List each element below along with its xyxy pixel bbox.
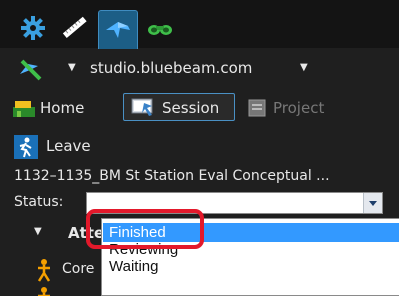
attendee-icon	[37, 259, 51, 282]
project-label: Project	[273, 99, 325, 117]
studio-icon	[106, 22, 130, 38]
session-label: Session	[162, 99, 220, 117]
dropdown-arrow-icon	[369, 201, 377, 206]
measure-icon	[62, 16, 87, 39]
disconnected-studio-icon	[20, 59, 42, 81]
attendee-icon	[38, 287, 50, 296]
leave-button[interactable]: Leave	[0, 133, 399, 161]
session-title: 1132–1135_BM St Station Eval Conceptual …	[0, 165, 399, 189]
panel-tab-strip	[0, 0, 399, 49]
attendee-name: Core	[62, 261, 95, 277]
studio-panel: ▼ studio.bluebeam.com ▼ Home Session Pro…	[0, 0, 399, 296]
collapse-chevron-icon: ▼	[34, 226, 42, 237]
leave-icon	[14, 135, 38, 159]
chevron-down-icon: ▼	[68, 62, 76, 73]
binoculars-icon	[148, 25, 172, 35]
project-icon	[248, 99, 266, 117]
project-button[interactable]: Project	[243, 95, 353, 121]
tab-binoculars[interactable]	[141, 11, 179, 45]
nav-bar: Home Session Project	[0, 93, 399, 123]
tab-studio[interactable]	[98, 10, 138, 49]
status-dropdown-button[interactable]	[363, 193, 382, 213]
gear-icon	[21, 16, 45, 40]
session-button[interactable]: Session	[123, 93, 235, 121]
leave-label: Leave	[46, 137, 91, 155]
home-label: Home	[40, 99, 85, 117]
status-label: Status:	[14, 194, 64, 210]
session-icon	[131, 98, 153, 116]
server-selector[interactable]: ▼ studio.bluebeam.com ▼	[0, 56, 399, 84]
status-option-waiting[interactable]: Waiting	[103, 257, 399, 276]
server-label: studio.bluebeam.com	[90, 59, 253, 77]
tab-settings[interactable]	[14, 11, 52, 45]
tab-measure[interactable]	[55, 11, 93, 45]
chevron-down-icon: ▼	[300, 62, 308, 73]
home-button[interactable]: Home	[6, 95, 118, 121]
highlight-callout	[86, 209, 204, 249]
session-title-text: 1132–1135_BM St Station Eval Conceptual …	[14, 168, 330, 184]
home-icon	[13, 101, 35, 117]
